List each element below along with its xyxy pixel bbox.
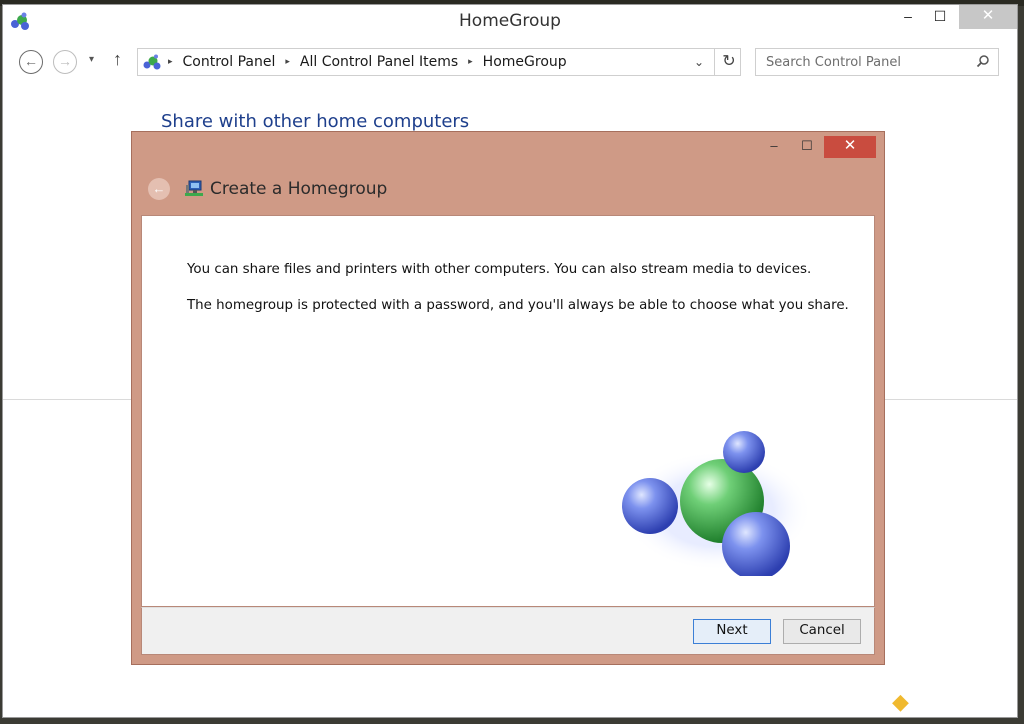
breadcrumb-separator[interactable]: ▸ <box>285 57 290 67</box>
dialog-title: Create a Homegroup <box>210 179 388 199</box>
dialog-maximize-button[interactable]: ☐ <box>792 136 822 158</box>
address-divider <box>714 49 715 75</box>
dialog-footer: Next Cancel <box>141 607 875 655</box>
address-bar[interactable]: ▸ Control Panel ▸ All Control Panel Item… <box>137 48 741 76</box>
search-box[interactable] <box>755 48 999 76</box>
back-button[interactable]: ← <box>19 50 43 74</box>
page-heading: Share with other home computers <box>161 111 470 132</box>
close-button[interactable]: ✕ <box>959 5 1017 29</box>
breadcrumb: ▸ Control Panel ▸ All Control Panel Item… <box>168 54 567 70</box>
breadcrumb-homegroup[interactable]: HomeGroup <box>483 54 567 70</box>
chevron-down-icon[interactable]: ⌄ <box>694 55 704 69</box>
refresh-icon[interactable]: ↻ <box>718 51 740 73</box>
maximize-button[interactable]: ☐ <box>925 5 955 29</box>
title-bar: HomeGroup ‒ ☐ ✕ <box>3 5 1017 39</box>
homegroup-spheres-icon <box>622 431 812 576</box>
description-paragraph-2: The homegroup is protected with a passwo… <box>187 298 849 313</box>
recent-locations-icon[interactable]: ▾ <box>89 54 94 65</box>
dialog-content: You can share files and printers with ot… <box>141 215 875 607</box>
up-button[interactable]: ↑ <box>113 49 122 70</box>
window-title: HomeGroup <box>459 11 561 31</box>
breadcrumb-all-items[interactable]: All Control Panel Items <box>300 54 458 70</box>
breadcrumb-separator[interactable]: ▸ <box>468 57 473 67</box>
minimize-button[interactable]: ‒ <box>893 5 923 29</box>
dialog-back-button[interactable]: ← <box>148 178 170 200</box>
create-homegroup-dialog: ‒ ☐ ✕ ← Create a Homegroup You can share… <box>131 131 885 665</box>
watermark-logo: ◆◆◆ <box>892 690 946 715</box>
description-paragraph-1: You can share files and printers with ot… <box>187 262 812 277</box>
dialog-close-button[interactable]: ✕ <box>824 136 876 158</box>
cancel-button[interactable]: Cancel <box>783 619 861 644</box>
next-button[interactable]: Next <box>693 619 771 644</box>
control-panel-icon <box>143 54 161 70</box>
breadcrumb-control-panel[interactable]: Control Panel <box>183 54 276 70</box>
search-input[interactable] <box>756 49 966 75</box>
forward-button[interactable]: → <box>53 50 77 74</box>
breadcrumb-separator: ▸ <box>168 57 173 67</box>
search-icon[interactable] <box>976 54 990 68</box>
network-computer-icon <box>185 180 203 196</box>
dialog-minimize-button[interactable]: ‒ <box>760 136 788 158</box>
